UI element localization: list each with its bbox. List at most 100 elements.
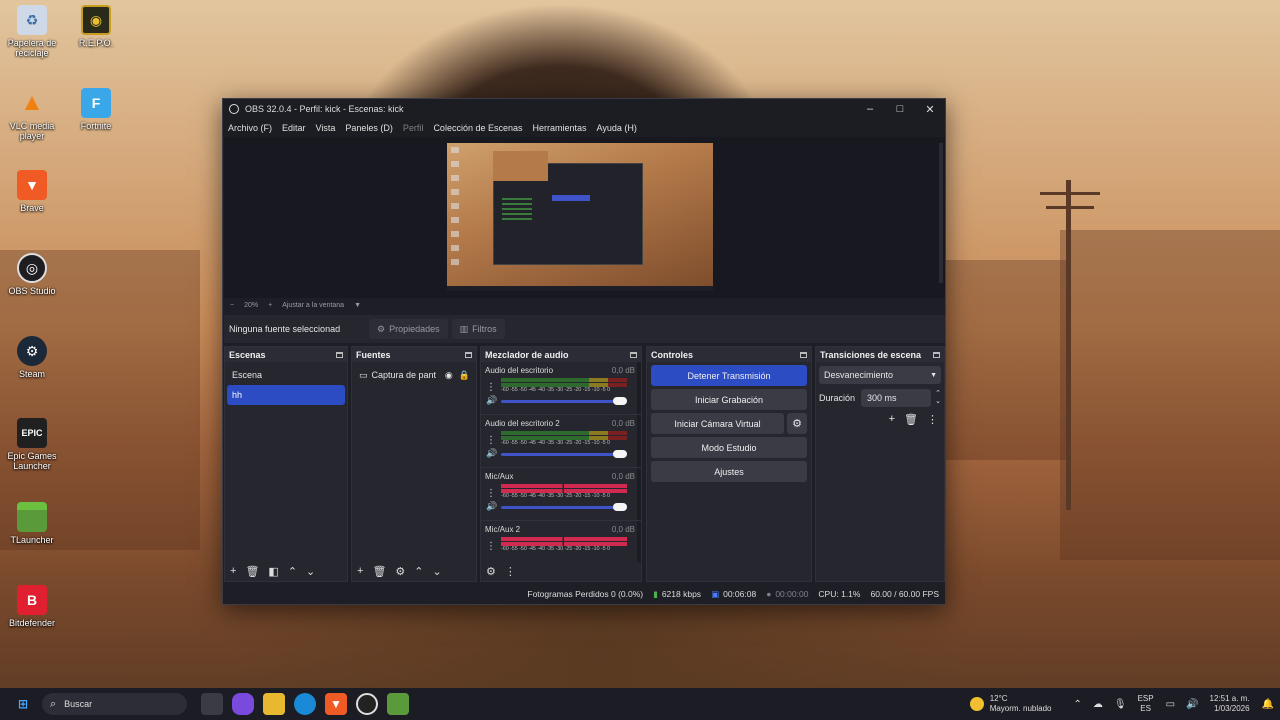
chevron-up-icon[interactable]: ⌃ — [288, 565, 297, 578]
zoom-dropdown-icon[interactable]: ▼ — [354, 302, 361, 309]
trash-icon[interactable]: 🗑 — [245, 565, 259, 578]
undock-icon[interactable] — [800, 351, 807, 358]
kebab-menu-icon[interactable]: ⋮ — [486, 435, 496, 446]
language-indicator[interactable]: ESP ES — [1138, 694, 1154, 714]
tlauncher-taskbar-icon[interactable] — [387, 693, 409, 715]
scene-item[interactable]: hh — [227, 385, 345, 405]
trash-icon[interactable]: 🗑 — [372, 565, 386, 578]
search-box[interactable]: ⌕ Buscar — [42, 693, 187, 715]
volume-slider[interactable] — [501, 450, 627, 458]
task-view-icon[interactable] — [201, 693, 223, 715]
menu-perfil[interactable]: Perfil — [403, 123, 424, 133]
add-icon[interactable]: + — [889, 413, 895, 426]
desktop-icon-epic[interactable]: EPIC Epic Games Launcher — [0, 418, 64, 472]
kebab-menu-icon[interactable]: ⋮ — [486, 541, 496, 552]
desktop-icon-obs[interactable]: ◎ OBS Studio — [0, 253, 64, 296]
menu-ayuda[interactable]: Ayuda (H) — [597, 123, 637, 133]
zoom-out-button[interactable]: − — [230, 302, 234, 309]
volume-slider[interactable] — [501, 397, 627, 405]
settings-button[interactable]: Ajustes — [651, 461, 807, 482]
speaker-icon[interactable]: 🔊 — [486, 448, 497, 459]
kebab-menu-icon[interactable]: ⋮ — [486, 488, 496, 499]
file-explorer-icon[interactable] — [263, 693, 285, 715]
trash-icon[interactable]: 🗑 — [904, 413, 918, 426]
copilot-icon[interactable] — [232, 693, 254, 715]
edge-icon[interactable] — [294, 693, 316, 715]
scene-item[interactable]: Escena — [227, 365, 345, 385]
windows-start-icon[interactable]: ⊞ — [12, 693, 34, 715]
gear-icon[interactable]: ⚙ — [395, 565, 405, 578]
studio-mode-button[interactable]: Modo Estudio — [651, 437, 807, 458]
onedrive-icon[interactable]: ☁ — [1093, 699, 1103, 710]
properties-label: Propiedades — [389, 324, 440, 334]
undock-icon[interactable] — [336, 351, 343, 358]
undock-icon[interactable] — [630, 351, 637, 358]
source-item[interactable]: ▭ Captura de pant ◉ 🔒 — [354, 365, 474, 385]
desktop-icon-vlc[interactable]: ▲ VLC media player — [0, 88, 64, 142]
speaker-icon[interactable]: 🔊 — [486, 395, 497, 406]
undock-icon[interactable] — [933, 351, 940, 358]
gear-icon[interactable]: ⚙ — [787, 413, 807, 434]
menu-herramientas[interactable]: Herramientas — [533, 123, 587, 133]
title-bar[interactable]: OBS 32.0.4 - Perfil: kick - Escenas: kic… — [223, 99, 945, 119]
audio-mixer-dock: Mezclador de audio Audio del escritorio 0… — [480, 346, 642, 582]
stop-stream-button[interactable]: Detener Transmisión — [651, 365, 807, 386]
menu-archivo[interactable]: Archivo (F) — [228, 123, 272, 133]
desktop-icon-steam[interactable]: ⚙ Steam — [0, 336, 64, 379]
start-virtual-cam-button[interactable]: Iniciar Cámara Virtual — [651, 413, 784, 434]
volume-meter — [501, 431, 627, 440]
preview-scrollbar[interactable] — [939, 143, 943, 283]
chevron-down-icon[interactable]: ⌄ — [306, 565, 315, 578]
filter-icon[interactable]: ◧ — [268, 565, 278, 578]
add-icon[interactable]: + — [230, 565, 236, 577]
duration-value: 300 ms — [867, 393, 897, 403]
desktop-icon-tlauncher[interactable]: TLauncher — [0, 502, 64, 545]
obs-taskbar-icon[interactable] — [356, 693, 378, 715]
desktop-icon-fortnite[interactable]: F Fortnite — [64, 88, 128, 131]
menu-paneles[interactable]: Paneles (D) — [345, 123, 393, 133]
kebab-menu-icon[interactable]: ⋮ — [927, 413, 938, 426]
chevron-down-icon[interactable]: ⌄ — [433, 565, 442, 578]
volume-slider[interactable] — [501, 503, 627, 511]
weather-widget[interactable]: 12°C Mayorm. nublado — [969, 694, 1052, 715]
controls-dock: Controles Detener Transmisión Iniciar Gr… — [646, 346, 812, 582]
speaker-icon[interactable]: 🔊 — [486, 501, 497, 512]
add-icon[interactable]: + — [357, 565, 363, 577]
network-icon[interactable]: ▭ — [1166, 699, 1175, 710]
minimize-icon[interactable]: – — [855, 103, 885, 116]
preview-area[interactable] — [224, 137, 945, 298]
eye-icon[interactable]: ◉ — [445, 370, 453, 381]
start-recording-button[interactable]: Iniciar Grabación — [651, 389, 807, 410]
properties-button[interactable]: ⚙ Propiedades — [369, 319, 448, 339]
menu-editar[interactable]: Editar — [282, 123, 306, 133]
lock-icon[interactable]: 🔒 — [459, 370, 470, 381]
chevron-up-icon[interactable]: ⌃ — [1074, 699, 1082, 710]
close-icon[interactable]: ✕ — [915, 103, 945, 116]
desktop-icon-brave[interactable]: ▼ Brave — [0, 170, 64, 213]
zoom-level: 20% — [244, 301, 259, 309]
desktop-icon-recycle-bin[interactable]: ♻ Papelera de reciclaje — [0, 5, 64, 59]
desktop-icon-bitdefender[interactable]: B Bitdefender — [0, 585, 64, 628]
duration-stepper[interactable]: ⌃ ⌄ — [935, 390, 941, 406]
transition-select[interactable]: Desvanecimiento ▼ — [819, 366, 941, 384]
mixer-title: Mezclador de audio — [485, 349, 569, 360]
zoom-in-button[interactable]: + — [268, 302, 272, 309]
chevron-up-icon[interactable]: ⌃ — [414, 565, 423, 578]
volume-icon[interactable]: 🔊 — [1186, 699, 1198, 710]
clock[interactable]: 12:51 a. m. 1/03/2026 — [1210, 694, 1250, 715]
transitions-dock: Transiciones de escena Desvanecimiento ▼… — [815, 346, 945, 582]
kebab-menu-icon[interactable]: ⋮ — [505, 565, 516, 578]
brave-icon[interactable]: ▼ — [325, 693, 347, 715]
kebab-menu-icon[interactable]: ⋮ — [486, 382, 496, 393]
filters-button[interactable]: ▥ Filtros — [451, 319, 505, 339]
desktop-icon-repo[interactable]: ◉ R.E.P.O. — [64, 5, 128, 48]
undock-icon[interactable] — [465, 351, 472, 358]
menu-coleccion-escenas[interactable]: Colección de Escenas — [433, 123, 522, 133]
menu-vista[interactable]: Vista — [316, 123, 336, 133]
duration-input[interactable]: 300 ms — [861, 389, 932, 407]
microphone-icon[interactable]: 🎙 — [1114, 699, 1127, 710]
fit-window-label: Ajustar a la ventana — [282, 301, 345, 309]
mixer-settings-icon[interactable]: ⚙ — [486, 565, 496, 578]
maximize-icon[interactable]: □ — [885, 103, 915, 116]
notification-icon[interactable]: 🔔 — [1262, 699, 1274, 710]
